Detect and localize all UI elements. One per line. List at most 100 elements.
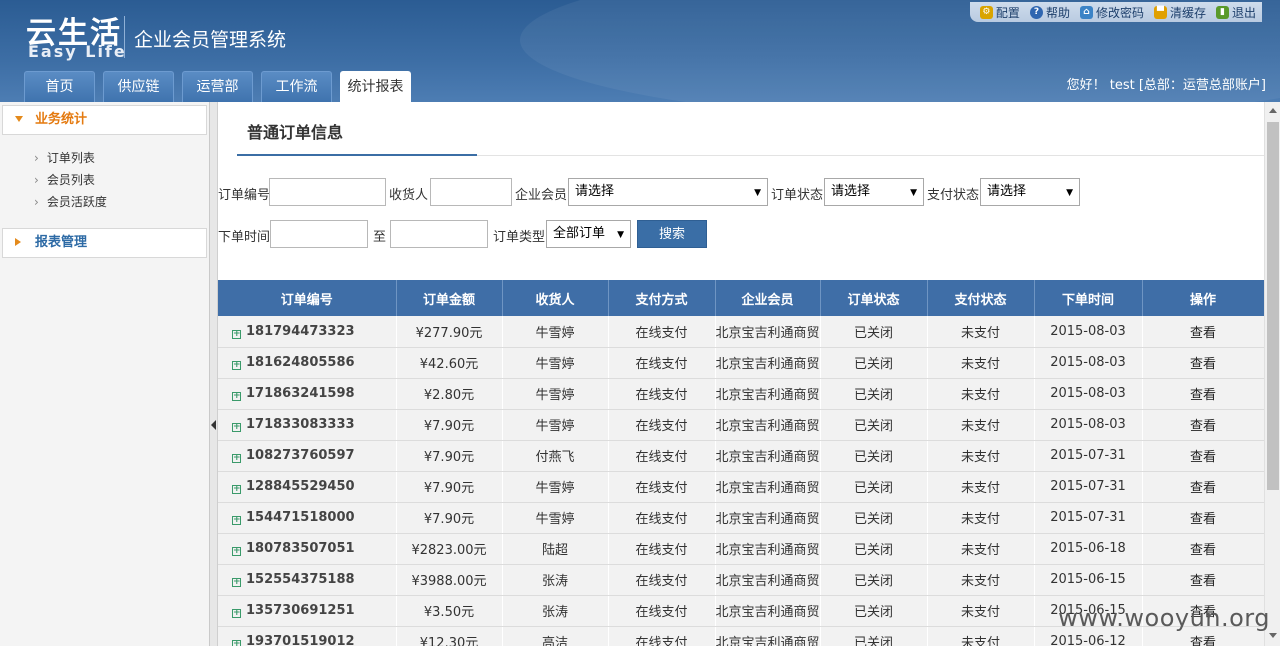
column-header: 企业会员 xyxy=(715,280,821,316)
pay-method-cell: 在线支付 xyxy=(608,440,716,472)
action-cell: 查看 xyxy=(1142,471,1264,503)
company-select[interactable]: 请选择 xyxy=(568,178,768,206)
pay-status-cell: 未支付 xyxy=(927,409,1035,441)
view-link[interactable]: 查看 xyxy=(1190,481,1216,496)
order-no: 181624805586 xyxy=(246,355,355,370)
sidebar-section-report-management[interactable]: 报表管理 xyxy=(2,228,207,258)
company-cell: 北京宝吉利通商贸 xyxy=(715,440,821,472)
order-status-cell: 已关闭 xyxy=(820,347,928,379)
vertical-scrollbar[interactable] xyxy=(1264,102,1280,646)
main-nav: 首页 供应链 运营部 工作流 统计报表 xyxy=(24,71,411,102)
view-link[interactable]: 查看 xyxy=(1190,574,1216,589)
receiver-cell: 牛雪婷 xyxy=(502,409,609,441)
config-icon: ⚙ xyxy=(979,5,993,19)
view-link[interactable]: 查看 xyxy=(1190,450,1216,465)
table-row: +152554375188 ¥3988.00元 张涛 在线支付 北京宝吉利通商贸 已关闭未… xyxy=(218,564,1264,596)
view-link[interactable]: 查看 xyxy=(1190,388,1216,403)
order-type-select[interactable]: 全部订单 xyxy=(546,220,631,248)
order-status-cell: 已关闭 xyxy=(820,564,928,596)
order-no-cell: +152554375188 xyxy=(218,564,397,596)
table-body: +181794473323 ¥277.90元 牛雪婷 在线支付 北京宝吉利通商贸 已关闭未… xyxy=(218,316,1264,646)
clear-cache-label: 清缓存 xyxy=(1169,5,1206,20)
expand-plus-icon[interactable]: + xyxy=(232,361,241,370)
order-time-end-input[interactable] xyxy=(390,220,488,248)
pay-method-cell: 在线支付 xyxy=(608,564,716,596)
view-link[interactable]: 查看 xyxy=(1190,326,1216,341)
receiver-cell: 牛雪婷 xyxy=(502,502,609,534)
order-no-cell: +154471518000 xyxy=(218,502,397,534)
sidebar-section-business-stats[interactable]: 业务统计 xyxy=(2,105,207,135)
logout-link[interactable]: ▮ 退出 xyxy=(1215,2,1256,22)
scroll-up-icon[interactable] xyxy=(1269,108,1277,113)
receiver-input[interactable] xyxy=(430,178,512,206)
view-link[interactable]: 查看 xyxy=(1190,419,1216,434)
tab-supply-chain[interactable]: 供应链 xyxy=(103,71,174,102)
company-cell: 北京宝吉利通商贸 xyxy=(715,378,821,410)
expand-plus-icon[interactable]: + xyxy=(232,454,241,463)
clear-cache-link[interactable]: ▀ 清缓存 xyxy=(1153,2,1206,22)
amount-cell: ¥3988.00元 xyxy=(396,564,503,596)
view-link[interactable]: 查看 xyxy=(1190,512,1216,527)
config-link[interactable]: ⚙ 配置 xyxy=(979,2,1020,22)
order-time-start-input[interactable] xyxy=(270,220,368,248)
table-row: +171833083333 ¥7.90元 牛雪婷 在线支付 北京宝吉利通商贸 已关闭 未支付… xyxy=(218,409,1264,441)
order-time-cell: 2015-08-03 xyxy=(1034,378,1143,410)
title-underline xyxy=(237,154,477,156)
expand-plus-icon[interactable]: + xyxy=(232,640,241,646)
pay-status-cell: 未支付 xyxy=(927,533,1035,565)
expand-plus-icon[interactable]: + xyxy=(232,547,241,556)
tab-statistics[interactable]: 统计报表 xyxy=(340,71,411,102)
help-link[interactable]: ? 帮助 xyxy=(1029,2,1070,22)
tab-operations[interactable]: 运营部 xyxy=(182,71,253,102)
header: 云生活 Easy Life 企业会员管理系统 ⚙ 配置 ? 帮助 ⌂ 修改密码 … xyxy=(0,0,1280,102)
scroll-down-icon[interactable] xyxy=(1269,633,1277,638)
expand-plus-icon[interactable]: + xyxy=(232,392,241,401)
watermark: www.wooyun.org xyxy=(1058,604,1270,632)
expand-plus-icon[interactable]: + xyxy=(232,423,241,432)
table-row: +181624805586 ¥42.60元 牛雪婷 在线支付 北京宝吉利通商贸 已关闭 未支… xyxy=(218,347,1264,379)
tab-workflow[interactable]: 工作流 xyxy=(261,71,332,102)
sidebar-item-member-list[interactable]: 会员列表 xyxy=(34,169,209,191)
expand-plus-icon[interactable]: + xyxy=(232,609,241,618)
pay-method-cell: 在线支付 xyxy=(608,409,716,441)
order-status-select[interactable]: 请选择 xyxy=(824,178,924,206)
expand-plus-icon[interactable]: + xyxy=(232,578,241,587)
expand-plus-icon[interactable]: + xyxy=(232,485,241,494)
action-cell: 查看 xyxy=(1142,502,1264,534)
collapse-arrow-icon[interactable] xyxy=(211,420,216,430)
order-no: 135730691251 xyxy=(246,603,355,618)
pay-status-select[interactable]: 请选择 xyxy=(980,178,1080,206)
change-password-link[interactable]: ⌂ 修改密码 xyxy=(1079,2,1144,22)
pay-status-cell: 未支付 xyxy=(927,316,1035,348)
company-cell: 北京宝吉利通商贸 xyxy=(715,471,821,503)
sidebar-item-order-list[interactable]: 订单列表 xyxy=(34,147,209,169)
scrollbar-thumb[interactable] xyxy=(1267,122,1279,490)
pay-status-label: 支付状态 xyxy=(927,188,980,203)
pay-method-cell: 在线支付 xyxy=(608,502,716,534)
order-no: 152554375188 xyxy=(246,572,355,587)
amount-cell: ¥12.30元 xyxy=(396,626,503,646)
expand-plus-icon[interactable]: + xyxy=(232,329,241,339)
order-no-input[interactable] xyxy=(269,178,386,206)
tab-home[interactable]: 首页 xyxy=(24,71,95,102)
order-no: 171863241598 xyxy=(246,386,355,401)
sidebar-item-member-activity[interactable]: 会员活跃度 xyxy=(34,191,209,213)
search-button[interactable]: 搜索 xyxy=(637,220,707,248)
pay-status-cell: 未支付 xyxy=(927,626,1035,646)
company-cell: 北京宝吉利通商贸 xyxy=(715,409,821,441)
sidebar-splitter[interactable] xyxy=(210,102,218,646)
order-status-cell: 已关闭 xyxy=(820,502,928,534)
action-cell: 查看 xyxy=(1142,378,1264,410)
sidebar: 业务统计 订单列表 会员列表 会员活跃度 报表管理 xyxy=(0,102,210,646)
logout-icon: ▮ xyxy=(1215,5,1229,19)
view-link[interactable]: 查看 xyxy=(1190,357,1216,372)
column-header: 支付状态 xyxy=(927,280,1035,316)
page-title: 普通订单信息 xyxy=(247,123,344,142)
expand-plus-icon[interactable]: + xyxy=(232,516,241,525)
view-link[interactable]: 查看 xyxy=(1190,636,1216,646)
order-status-cell: 已关闭 xyxy=(820,316,928,348)
order-no-label: 订单编号 xyxy=(218,188,271,203)
action-cell: 查看 xyxy=(1142,316,1264,348)
amount-cell: ¥7.90元 xyxy=(396,409,503,441)
view-link[interactable]: 查看 xyxy=(1190,543,1216,558)
